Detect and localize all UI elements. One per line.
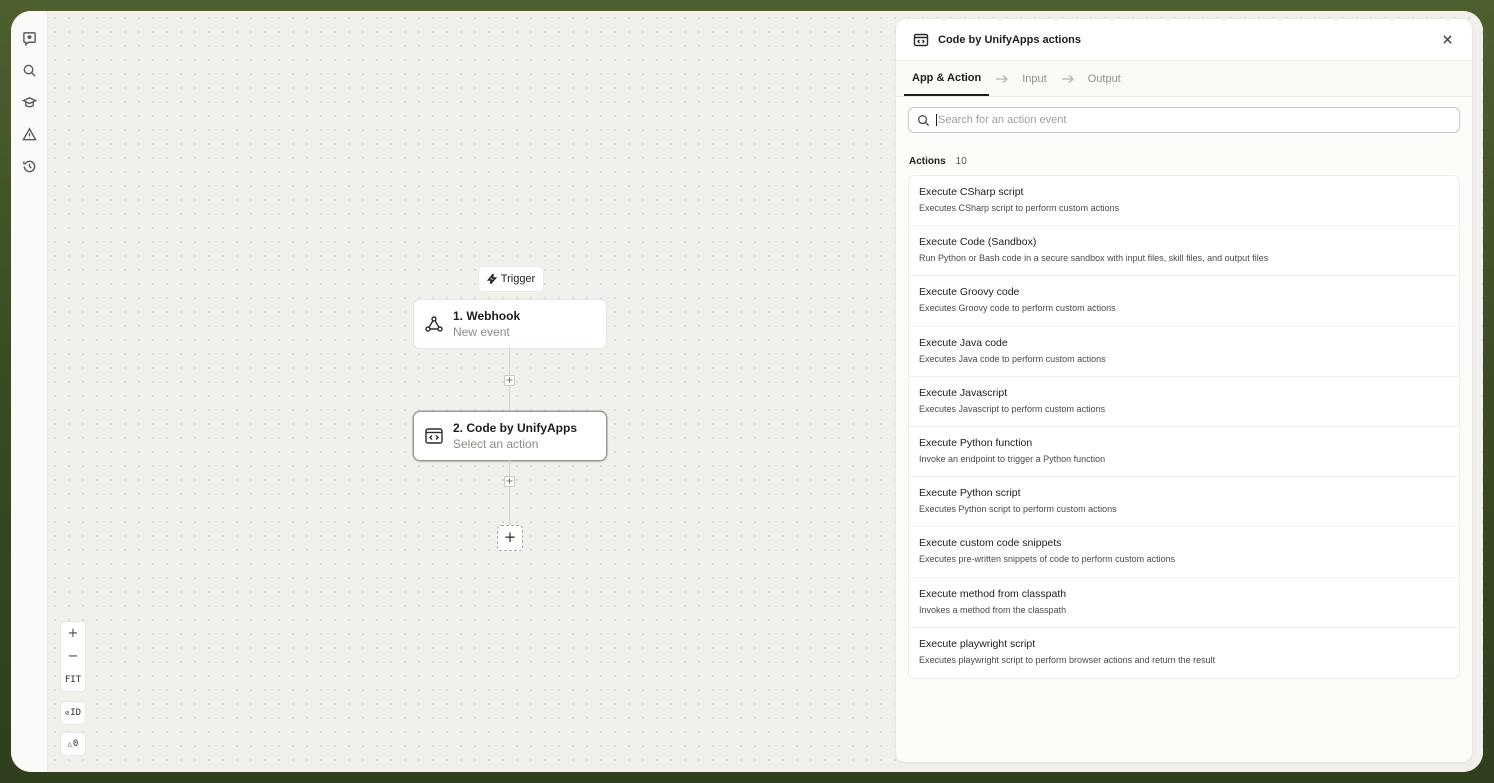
actions-list: Execute CSharp script Executes CSharp sc… xyxy=(908,175,1460,679)
list-item[interactable]: Execute CSharp script Executes CSharp sc… xyxy=(909,176,1459,227)
action-title: Execute method from classpath xyxy=(919,587,1067,600)
list-item[interactable]: Execute method from classpath Invokes a … xyxy=(909,578,1459,628)
arrow-right-icon xyxy=(1055,61,1080,96)
code-icon xyxy=(424,426,444,446)
lightning-icon xyxy=(486,274,497,284)
insert-step-button[interactable]: + xyxy=(504,375,515,386)
action-title: Execute playwright script xyxy=(919,637,1036,650)
arrow-right-icon xyxy=(989,61,1014,96)
action-description: Run Python or Bash code in a secure sand… xyxy=(919,253,1269,264)
action-title: Execute Javascript xyxy=(919,386,1008,399)
action-description: Executes Python script to perform custom… xyxy=(919,504,1117,515)
action-title: Execute Groovy code xyxy=(919,286,1020,299)
connector-line xyxy=(509,460,510,525)
search-icon[interactable] xyxy=(18,59,40,81)
tab-app-action[interactable]: App & Action xyxy=(904,61,990,96)
trigger-label: Trigger xyxy=(500,273,536,285)
panel-header: Code by UnifyApps actions xyxy=(896,19,1472,61)
toggle-ids-label: ID xyxy=(70,708,82,718)
history-icon[interactable] xyxy=(18,155,40,177)
workflow-node-webhook[interactable]: 1. Webhook New event xyxy=(414,300,606,348)
warning-icon: △ xyxy=(67,740,72,748)
zoom-in-button[interactable]: + xyxy=(61,622,85,645)
workflow-node-code[interactable]: 2. Code by UnifyApps Select an action xyxy=(414,412,606,460)
action-title: Execute Code (Sandbox) xyxy=(919,236,1037,249)
webhook-icon xyxy=(424,314,444,334)
search-box xyxy=(908,107,1460,133)
action-description: Executes Javascript to perform custom ac… xyxy=(919,403,1106,414)
action-description: Executes Groovy code to perform custom a… xyxy=(919,303,1116,314)
list-item[interactable]: Execute Java code Executes Java code to … xyxy=(909,327,1459,377)
action-title: Execute CSharp script xyxy=(919,186,1024,198)
actions-header: Actions 10 xyxy=(909,156,967,167)
action-description: Invoke an endpoint to trigger a Python f… xyxy=(919,453,1106,464)
action-description: Executes Java code to perform custom act… xyxy=(919,353,1106,364)
panel-tabs: App & Action Input Output xyxy=(896,61,1472,97)
action-title: Execute custom code snippets xyxy=(919,537,1062,550)
code-icon xyxy=(913,33,929,46)
learn-icon[interactable] xyxy=(18,91,40,113)
list-item[interactable]: Execute Python script Executes Python sc… xyxy=(909,477,1459,528)
tab-input[interactable]: Input xyxy=(1014,61,1054,96)
list-item[interactable]: Execute Python function Invoke an endpoi… xyxy=(909,427,1459,478)
list-item[interactable]: Execute Groovy code Executes Groovy code… xyxy=(909,276,1459,327)
actions-count: 10 xyxy=(955,156,967,167)
node-title: 2. Code by UnifyApps xyxy=(453,421,578,435)
actions-label: Actions xyxy=(909,156,946,167)
ai-assistant-icon[interactable] xyxy=(18,27,40,49)
node-subtitle: New event xyxy=(453,325,510,339)
add-step-button[interactable]: + xyxy=(497,525,523,551)
action-search-input[interactable] xyxy=(936,114,1436,126)
list-item[interactable]: Execute playwright script Executes playw… xyxy=(909,628,1459,678)
warnings-count: 0 xyxy=(72,739,79,749)
app-window: Trigger 1. Webhook New event + 2. Code b… xyxy=(11,11,1483,772)
node-subtitle: Select an action xyxy=(453,437,539,451)
action-panel: Code by UnifyApps actions App & Action I… xyxy=(896,19,1472,762)
list-item[interactable]: Execute custom code snippets Executes pr… xyxy=(909,527,1459,578)
action-title: Execute Java code xyxy=(919,336,1008,349)
toggle-ids-button[interactable]: ⊘ ID xyxy=(61,702,85,724)
action-description: Executes pre-written snippets of code to… xyxy=(919,554,1176,565)
insert-step-button[interactable]: + xyxy=(504,476,515,487)
close-icon xyxy=(1442,35,1452,44)
panel-title: Code by UnifyApps actions xyxy=(938,33,1082,46)
action-description: Executes playwright script to perform br… xyxy=(919,654,1216,665)
zoom-controls: + − FIT xyxy=(61,622,85,691)
action-description: Executes CSharp script to perform custom… xyxy=(919,203,1120,213)
warnings-button[interactable]: △ 0 xyxy=(61,733,85,755)
action-description: Invokes a method from the classpath xyxy=(919,604,1067,615)
eye-off-icon: ⊘ xyxy=(64,709,70,717)
fit-view-button[interactable]: FIT xyxy=(61,668,85,691)
left-rail xyxy=(11,11,48,772)
search-icon xyxy=(917,114,930,126)
trigger-chip: Trigger xyxy=(479,267,543,291)
node-title: 1. Webhook xyxy=(453,309,521,323)
tab-output[interactable]: Output xyxy=(1080,61,1129,96)
zoom-out-button[interactable]: − xyxy=(61,645,85,668)
action-title: Execute Python script xyxy=(919,487,1021,500)
list-item[interactable]: Execute Javascript Executes Javascript t… xyxy=(909,377,1459,427)
list-item[interactable]: Execute Code (Sandbox) Run Python or Bas… xyxy=(909,226,1459,277)
close-button[interactable] xyxy=(1439,32,1455,48)
warning-icon[interactable] xyxy=(18,123,40,145)
action-title: Execute Python function xyxy=(919,436,1033,449)
